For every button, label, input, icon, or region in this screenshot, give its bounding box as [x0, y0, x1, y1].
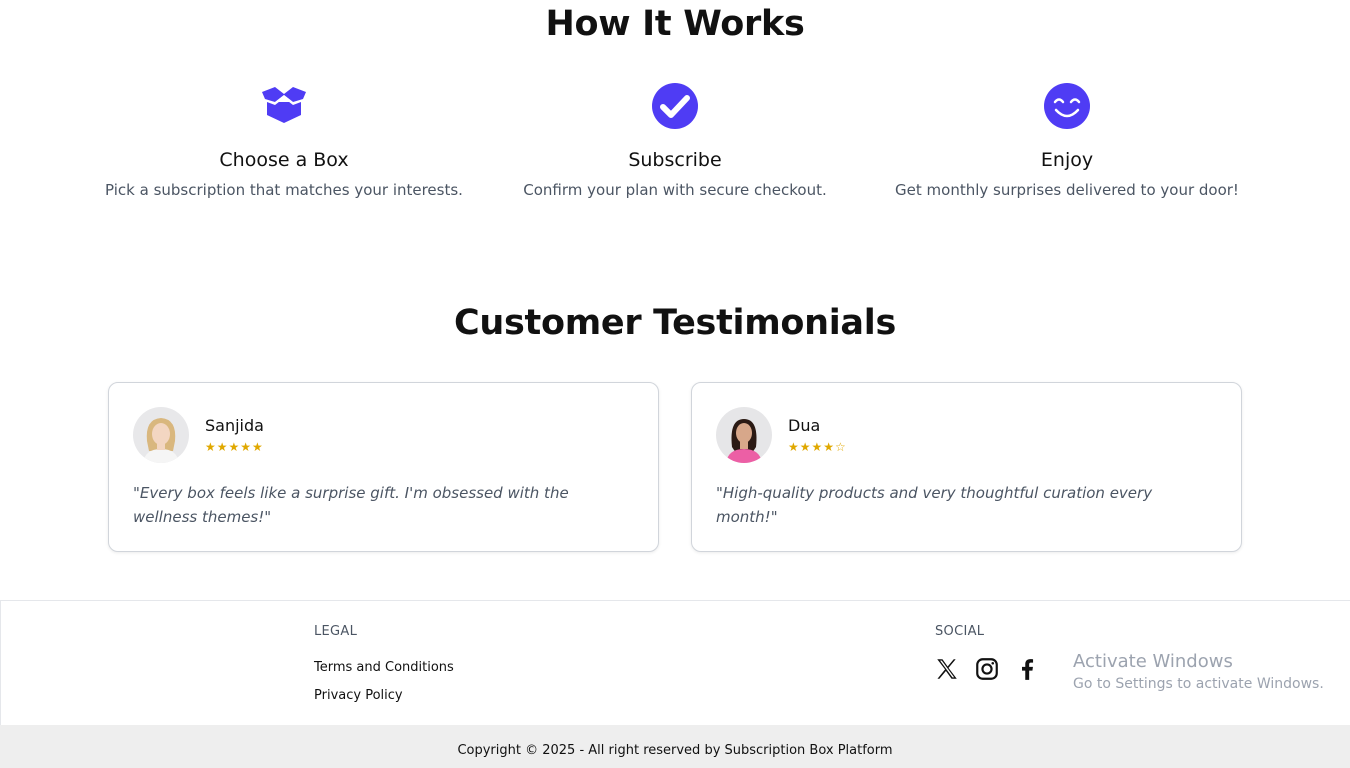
windows-activation-watermark: Activate Windows Go to Settings to activ… [1073, 651, 1324, 692]
step-description: Confirm your plan with secure checkout. [523, 181, 827, 199]
testimonial-quote: "High-quality products and very thoughtf… [716, 484, 1153, 526]
star-rating: ★★★★☆ [788, 440, 847, 454]
step-description: Get monthly surprises delivered to your … [895, 181, 1239, 199]
check-circle-icon [652, 83, 698, 129]
reviewer-name: Dua [788, 416, 821, 435]
reviewer-name: Sanjida [205, 416, 264, 435]
testimonials-title: Customer Testimonials [454, 303, 896, 343]
smile-icon [1044, 83, 1090, 129]
step-subscribe: Subscribe Confirm your plan with secure … [465, 82, 885, 199]
box-open-icon [262, 87, 306, 123]
step-title: Enjoy [1040, 149, 1094, 171]
privacy-link[interactable]: Privacy Policy [314, 688, 403, 703]
facebook-icon[interactable] [1014, 656, 1040, 682]
step-title: Subscribe [628, 149, 722, 171]
step-enjoy: Enjoy Get monthly surprises delivered to… [857, 82, 1277, 199]
testimonial-card-sanjida: Sanjida ★★★★★ "Every box feels like a su… [108, 382, 659, 552]
copyright-text: Copyright © 2025 - All right reserved by… [457, 743, 893, 758]
step-choose-box: Choose a Box Pick a subscription that ma… [74, 82, 494, 199]
star-rating: ★★★★★ [205, 440, 264, 454]
avatar [133, 407, 189, 463]
copyright-bar: Copyright © 2025 - All right reserved by… [0, 725, 1350, 768]
terms-link[interactable]: Terms and Conditions [314, 660, 454, 675]
social-heading: SOCIAL [935, 624, 985, 639]
legal-heading: LEGAL [314, 624, 358, 639]
instagram-icon[interactable] [974, 656, 1000, 682]
x-twitter-icon[interactable] [934, 656, 960, 682]
watermark-subtitle: Go to Settings to activate Windows. [1073, 676, 1324, 692]
how-it-works-title: How It Works [545, 4, 805, 44]
avatar [716, 407, 772, 463]
watermark-title: Activate Windows [1073, 651, 1233, 672]
step-title: Choose a Box [219, 149, 349, 171]
testimonial-quote: "Every box feels like a surprise gift. I… [133, 484, 569, 526]
testimonial-card-dua: Dua ★★★★☆ "High-quality products and ver… [691, 382, 1242, 552]
step-description: Pick a subscription that matches your in… [105, 181, 463, 199]
